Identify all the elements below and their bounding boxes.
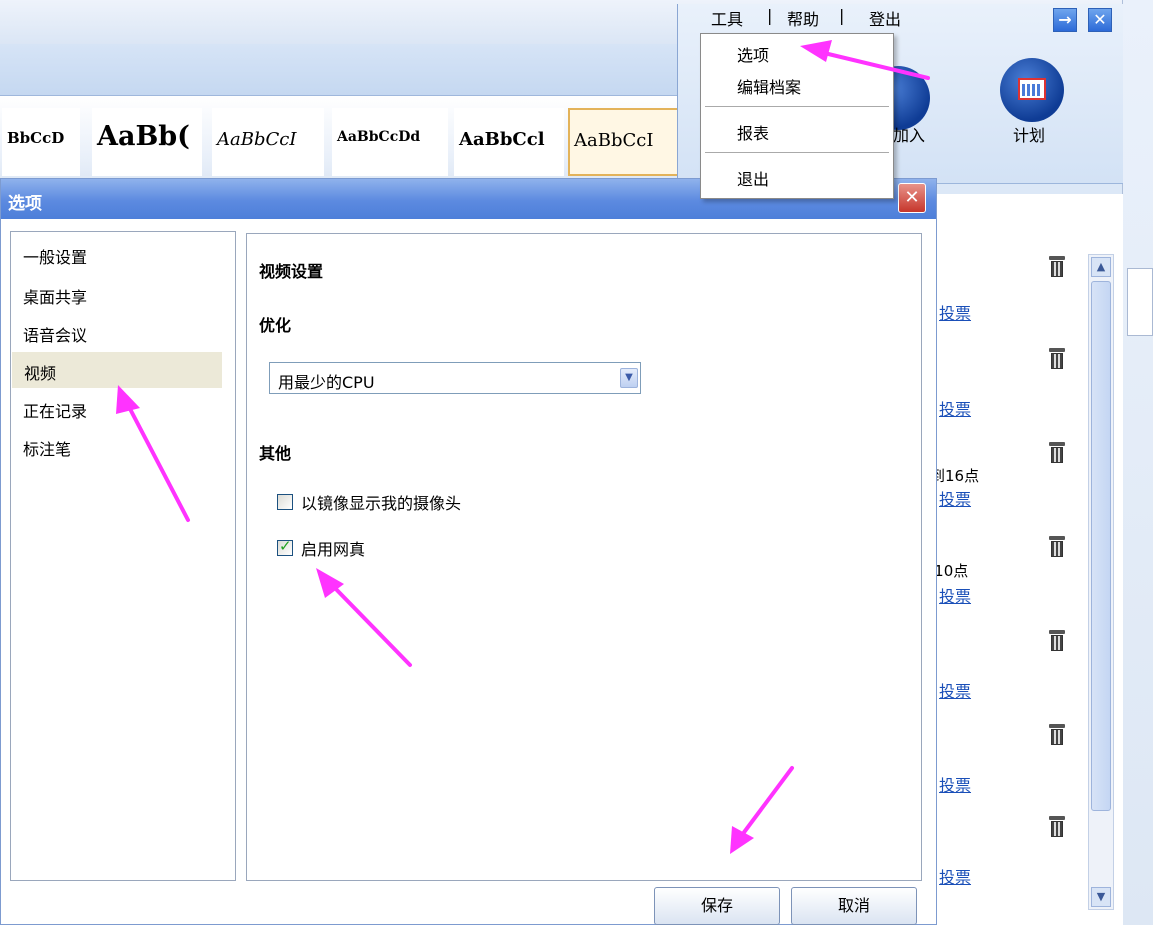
optimize-select[interactable]: 用最少的CPU ▼ bbox=[269, 362, 641, 394]
optimize-select-value: 用最少的CPU bbox=[278, 373, 375, 392]
meeting-time-text: 到16点 bbox=[930, 467, 980, 485]
optimize-label: 优化 bbox=[259, 316, 292, 335]
close-icon[interactable]: ✕ bbox=[1088, 8, 1112, 32]
trash-icon[interactable] bbox=[1048, 816, 1066, 838]
menu-separator: | bbox=[839, 6, 845, 25]
other-label: 其他 bbox=[259, 444, 292, 463]
nav-item-recording[interactable]: 正在记录 bbox=[11, 390, 235, 426]
scroll-up-icon[interactable]: ▲ bbox=[1091, 257, 1111, 277]
style-tile[interactable]: AaBb( bbox=[92, 108, 202, 176]
close-icon[interactable]: ✕ bbox=[898, 183, 926, 213]
menu-item-reports[interactable]: 报表 bbox=[737, 120, 769, 144]
style-tile[interactable]: AaBbCcDd bbox=[332, 108, 448, 176]
mirror-camera-checkbox[interactable] bbox=[277, 494, 293, 510]
nav-item-annotation[interactable]: 标注笔 bbox=[11, 428, 235, 464]
menu-item-options[interactable]: 选项 bbox=[737, 42, 769, 66]
options-nav: 一般设置 桌面共享 语音会议 视频 正在记录 标注笔 bbox=[10, 231, 236, 881]
menu-tools[interactable]: 工具 bbox=[711, 6, 743, 30]
nav-item-audio[interactable]: 语音会议 bbox=[11, 314, 235, 350]
options-dialog: 选项 ✕ 一般设置 桌面共享 语音会议 视频 正在记录 标注笔 视频设置 优化 … bbox=[0, 178, 937, 925]
save-button[interactable]: 保存 bbox=[654, 887, 780, 925]
vote-link[interactable]: 投票 bbox=[939, 678, 971, 702]
style-tile[interactable]: AaBbCcI bbox=[212, 108, 324, 176]
schedule-button-label[interactable]: 计划 bbox=[1013, 122, 1045, 146]
style-sample: BbCcD bbox=[7, 129, 65, 147]
style-tile[interactable]: BbCcD bbox=[2, 108, 80, 176]
scroll-down-icon[interactable]: ▼ bbox=[1091, 887, 1111, 907]
style-sample: AaBb( bbox=[97, 121, 190, 152]
vote-link[interactable]: 投票 bbox=[939, 300, 971, 324]
trash-icon[interactable] bbox=[1048, 724, 1066, 746]
menu-separator: | bbox=[767, 6, 773, 25]
menu-item-exit[interactable]: 退出 bbox=[737, 166, 769, 190]
menu-logout[interactable]: 登出 bbox=[869, 6, 901, 30]
menu-help[interactable]: 帮助 bbox=[787, 6, 819, 30]
style-sample: AaBbCcI bbox=[217, 129, 297, 150]
dialog-title: 选项 bbox=[8, 194, 42, 214]
menu-item-edit-profile[interactable]: 编辑档案 bbox=[737, 74, 801, 98]
vote-link[interactable]: 投票 bbox=[939, 486, 971, 510]
trash-icon[interactable] bbox=[1048, 442, 1066, 464]
tools-menu: 选项 编辑档案 报表 退出 bbox=[700, 33, 894, 199]
vote-link[interactable]: 投票 bbox=[939, 864, 971, 888]
vote-link[interactable]: 投票 bbox=[939, 396, 971, 420]
style-tile[interactable]: AaBbCcl bbox=[454, 108, 564, 176]
background-window-edge bbox=[1122, 0, 1153, 925]
style-tile-selected[interactable]: AaBbCcI bbox=[568, 108, 680, 176]
list-scrollbar[interactable]: ▲ ▼ bbox=[1088, 254, 1114, 910]
join-button-label[interactable]: 加入 bbox=[893, 122, 925, 146]
trash-icon[interactable] bbox=[1048, 348, 1066, 370]
nav-item-video[interactable]: 视频 bbox=[12, 352, 222, 388]
menu-divider bbox=[705, 152, 889, 153]
schedule-calendar-icon[interactable] bbox=[1000, 58, 1064, 122]
mirror-camera-label[interactable]: 以镜像显示我的摄像头 bbox=[301, 490, 461, 514]
style-sample: AaBbCcDd bbox=[337, 129, 421, 145]
calendar-icon bbox=[1018, 78, 1046, 100]
trash-icon[interactable] bbox=[1048, 536, 1066, 558]
menu-divider bbox=[705, 106, 889, 107]
vote-link[interactable]: 投票 bbox=[939, 772, 971, 796]
nav-item-general[interactable]: 一般设置 bbox=[11, 236, 235, 272]
vote-link[interactable]: 投票 bbox=[939, 583, 971, 607]
video-settings-panel: 视频设置 优化 用最少的CPU ▼ 其他 以镜像显示我的摄像头 启用网真 bbox=[246, 233, 922, 881]
trash-icon[interactable] bbox=[1048, 256, 1066, 278]
collapse-arrow-icon[interactable]: → bbox=[1053, 8, 1077, 32]
scroll-thumb[interactable] bbox=[1091, 281, 1111, 811]
style-sample: AaBbCcl bbox=[459, 129, 545, 150]
nav-item-desktop-share[interactable]: 桌面共享 bbox=[11, 276, 235, 312]
style-sample: AaBbCcI bbox=[574, 130, 654, 151]
trash-icon[interactable] bbox=[1048, 630, 1066, 652]
enable-telepresence-label[interactable]: 启用网真 bbox=[301, 536, 365, 560]
section-heading: 视频设置 bbox=[259, 262, 324, 281]
enable-telepresence-checkbox[interactable] bbox=[277, 537, 293, 556]
cancel-button[interactable]: 取消 bbox=[791, 887, 917, 925]
chevron-down-icon[interactable]: ▼ bbox=[620, 368, 638, 388]
background-field bbox=[1127, 268, 1153, 336]
